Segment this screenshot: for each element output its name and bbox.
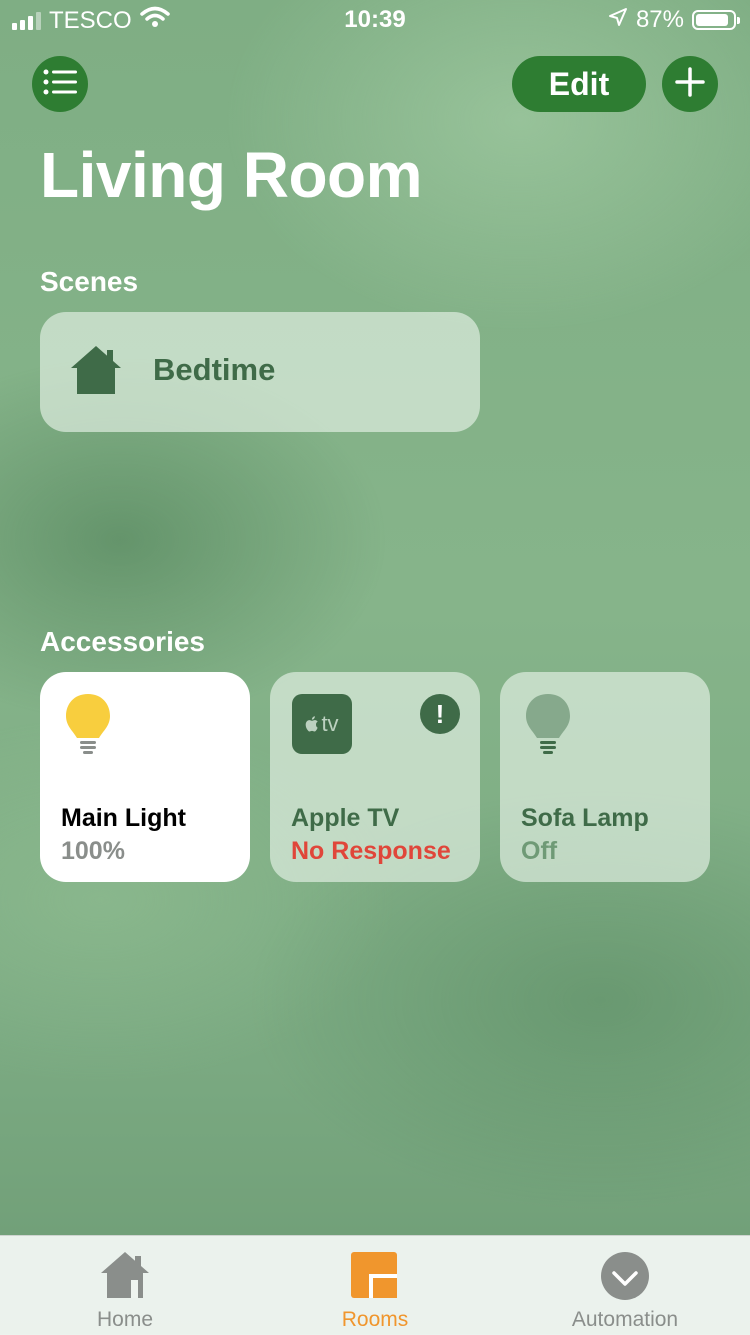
accessory-tile-main-light[interactable]: Main Light 100% [40, 672, 250, 882]
accessory-name: Apple TV [291, 804, 400, 832]
automation-icon [599, 1250, 651, 1307]
list-icon [43, 69, 77, 100]
rooms-icon [349, 1250, 399, 1305]
tab-bar: Home Rooms Automation [0, 1235, 750, 1335]
accessories-heading: Accessories [40, 626, 206, 657]
location-arrow-icon [608, 6, 628, 34]
accessory-tile-apple-tv[interactable]: tv ! Apple TV No Response [270, 672, 480, 882]
accessory-name: Main Light [61, 804, 186, 832]
tab-label: Rooms [341, 1308, 409, 1331]
accessory-status: Off [521, 837, 558, 865]
edit-button[interactable]: Edit [512, 56, 646, 112]
tab-automation[interactable]: Automation [500, 1236, 750, 1335]
accessory-status: 100% [61, 837, 125, 865]
lightbulb-icon [64, 692, 112, 763]
accessory-tile-sofa-lamp[interactable]: Sofa Lamp Off [500, 672, 710, 882]
page-title: Living Room [40, 139, 423, 211]
apple-tv-text: tv [321, 711, 339, 736]
status-right: 87% [608, 6, 740, 34]
battery-icon [692, 10, 740, 30]
status-bar: TESCO 10:39 87% [0, 0, 750, 40]
scene-label: Bedtime [153, 352, 276, 387]
home-icon [99, 1250, 151, 1305]
scenes-heading: Scenes [40, 266, 139, 297]
rooms-list-button[interactable] [32, 56, 88, 112]
lightbulb-icon [524, 692, 572, 763]
apple-tv-icon: tv [292, 694, 352, 754]
accessory-status: No Response [291, 837, 451, 865]
scene-tile-bedtime[interactable]: Bedtime [40, 312, 480, 432]
battery-percent: 87% [635, 6, 684, 33]
house-icon [68, 344, 124, 401]
tab-label: Home [96, 1308, 154, 1331]
add-button[interactable] [662, 56, 718, 112]
tab-rooms[interactable]: Rooms [250, 1236, 500, 1335]
tab-home[interactable]: Home [0, 1236, 250, 1335]
accessory-name: Sofa Lamp [521, 804, 649, 832]
tab-label: Automation [571, 1308, 679, 1331]
alert-icon: ! [420, 694, 460, 734]
plus-icon [675, 66, 705, 102]
